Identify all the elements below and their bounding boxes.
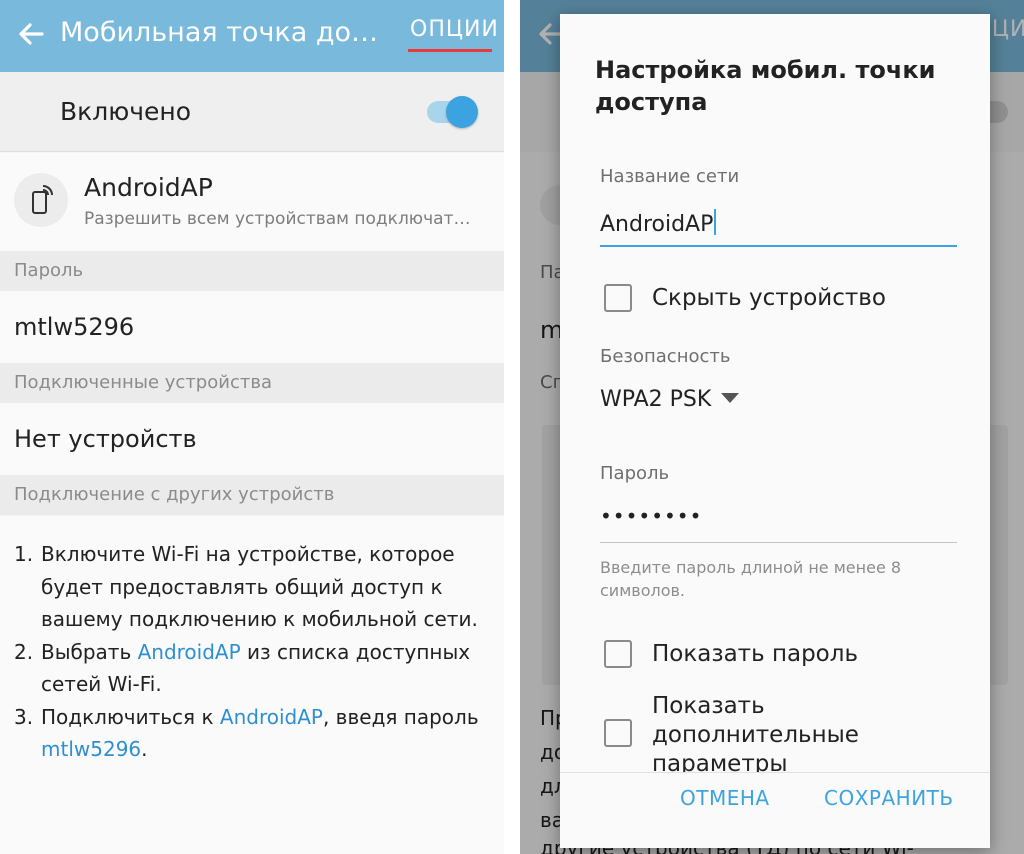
network-name-label: Название сети bbox=[600, 166, 740, 187]
hotspot-config-dialog: Настройка мобил. точки доступа Название … bbox=[560, 14, 990, 848]
network-row[interactable]: AndroidAP Разрешить всем устройствам под… bbox=[0, 153, 504, 251]
master-switch-label: Включено bbox=[60, 97, 192, 126]
screen-title: Мобильная точка доступа bbox=[60, 17, 390, 48]
back-arrow-icon[interactable] bbox=[12, 14, 52, 54]
dropdown-arrow-icon bbox=[721, 393, 740, 403]
network-subtitle: Разрешить всем устройствам подключаться bbox=[84, 209, 474, 229]
instruction-step-1: 1. Включите Wi-Fi на устройстве, которое… bbox=[14, 542, 478, 631]
instruction-step-3: 3. Подключиться к AndroidAP, введя парол… bbox=[14, 704, 479, 762]
hotspot-settings-screen: Мобильная точка доступа ОПЦИИ Включено A… bbox=[0, 0, 504, 854]
password-link: mtlw5296 bbox=[41, 737, 142, 761]
show-password-label[interactable]: Показать пароль bbox=[652, 640, 858, 669]
show-advanced-label[interactable]: Показать дополнительные параметры bbox=[652, 694, 902, 772]
hide-device-checkbox[interactable] bbox=[604, 284, 632, 312]
options-highlight-underline bbox=[408, 49, 492, 52]
password-input[interactable]: •••••••• bbox=[600, 504, 957, 528]
network-name-input[interactable]: AndroidAP bbox=[600, 209, 957, 237]
hotspot-phone-icon bbox=[14, 173, 68, 227]
password-label: Пароль bbox=[600, 463, 670, 484]
show-password-checkbox[interactable] bbox=[604, 640, 632, 668]
show-advanced-checkbox[interactable] bbox=[604, 719, 632, 747]
security-label: Безопасность bbox=[600, 346, 731, 367]
password-value: mtlw5296 bbox=[0, 291, 504, 363]
hide-device-label[interactable]: Скрыть устройство bbox=[652, 284, 886, 313]
password-hint: Введите пароль длиной не менее 8 символо… bbox=[600, 558, 902, 600]
password-underline bbox=[600, 542, 957, 543]
devices-section-header: Подключенные устройства bbox=[0, 363, 504, 403]
app-bar: Мобильная точка доступа ОПЦИИ bbox=[0, 0, 504, 72]
instructions-block: 1. Включите Wi-Fi на устройстве, которое… bbox=[0, 516, 504, 854]
dialog-divider bbox=[560, 772, 990, 773]
cancel-button[interactable]: ОТМЕНА bbox=[680, 786, 770, 810]
save-button[interactable]: СОХРАНИТЬ bbox=[824, 786, 954, 810]
dialog-title: Настройка мобил. точки доступа bbox=[595, 56, 936, 116]
network-name-link: AndroidAP bbox=[219, 704, 323, 729]
options-button[interactable]: ОПЦИИ bbox=[410, 17, 499, 42]
security-dropdown[interactable]: WPA2 PSK bbox=[600, 387, 740, 412]
toggle-knob[interactable] bbox=[446, 96, 478, 128]
network-name: AndroidAP bbox=[84, 173, 213, 202]
text-cursor bbox=[714, 209, 717, 235]
devices-value: Нет устройств bbox=[0, 403, 504, 475]
scroll-area-clip: Показать дополнительные параметры bbox=[560, 694, 990, 772]
connect-section-header: Подключение с других устройств bbox=[0, 475, 504, 515]
network-name-underline bbox=[600, 245, 957, 247]
password-section-header: Пароль bbox=[0, 251, 504, 291]
instruction-step-2: 2. Выбрать AndroidAP из списка доступных… bbox=[14, 639, 471, 697]
network-name-link: AndroidAP bbox=[137, 639, 241, 664]
